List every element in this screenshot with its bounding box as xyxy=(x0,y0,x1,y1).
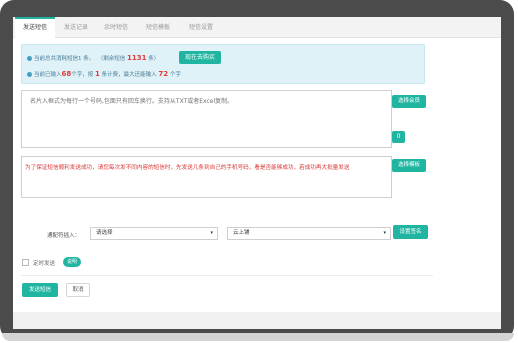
remaining-count: 1131 xyxy=(127,54,147,62)
buy-now-button[interactable]: 现在去购买 xyxy=(179,51,221,64)
wildcard-label: 通配符插入： xyxy=(47,233,81,239)
tab-sms-templates[interactable]: 短信模板 xyxy=(138,17,178,38)
chevron-down-icon: ▾ xyxy=(210,230,213,236)
info-alert: 当前总共消耗短信1 条。 （剩余短信 1131 条） 现在去购买 当前已输入68… xyxy=(21,44,425,84)
info-icon xyxy=(27,72,32,77)
usage-line: 当前总共消耗短信1 条。 （剩余短信 1131 条） xyxy=(27,54,159,62)
select-member-button[interactable]: 选择会员 xyxy=(392,95,426,108)
tab-send-records[interactable]: 发送记录 xyxy=(57,17,95,38)
select-template-button[interactable]: 选择模板 xyxy=(392,159,426,172)
chevron-down-icon: ▾ xyxy=(383,230,386,236)
set-signature-button[interactable]: 设置签名 xyxy=(393,225,428,239)
cancel-button[interactable]: 取消 xyxy=(66,283,90,297)
help-badge[interactable]: 说明 xyxy=(63,257,81,267)
tab-sms-settings[interactable]: 短信设置 xyxy=(181,17,221,38)
send-sms-button[interactable]: 发送短信 xyxy=(22,283,58,297)
divider xyxy=(21,275,433,276)
screen: 发送短信 发送记录 余时短信 短信模板 短信设置 当前总共消耗短信1 条。 （剩… xyxy=(13,17,501,329)
schedule-label: 定时发送 xyxy=(33,261,56,267)
tab-scheduled-sms[interactable]: 余时短信 xyxy=(96,17,136,38)
laptop-base xyxy=(2,333,514,341)
provider-select[interactable]: 云上铺 ▾ xyxy=(227,227,391,240)
tab-bar: 发送短信 发送记录 余时短信 短信模板 短信设置 xyxy=(13,17,501,38)
tab-send-sms[interactable]: 发送短信 xyxy=(15,17,55,38)
recipients-input[interactable] xyxy=(21,90,392,148)
recipient-count-badge: 0 xyxy=(392,131,405,143)
char-count-line: 当前已输入68个字，按 1 条计费，最大还能输入 72 个字 xyxy=(27,70,181,78)
billing-count: 1 xyxy=(95,70,100,78)
info-icon xyxy=(27,56,32,61)
chars-remaining: 72 xyxy=(158,70,169,78)
chars-entered: 68 xyxy=(61,70,72,78)
message-input[interactable]: 为了保证短信顺利发送成功，请您每次发不同内容的短信时，先发送几条到自己的手机号码… xyxy=(21,156,392,198)
main-content: 当前总共消耗短信1 条。 （剩余短信 1131 条） 现在去购买 当前已输入68… xyxy=(13,38,501,312)
wildcard-select[interactable]: 请选择 ▾ xyxy=(90,227,218,240)
schedule-checkbox[interactable] xyxy=(22,259,29,266)
